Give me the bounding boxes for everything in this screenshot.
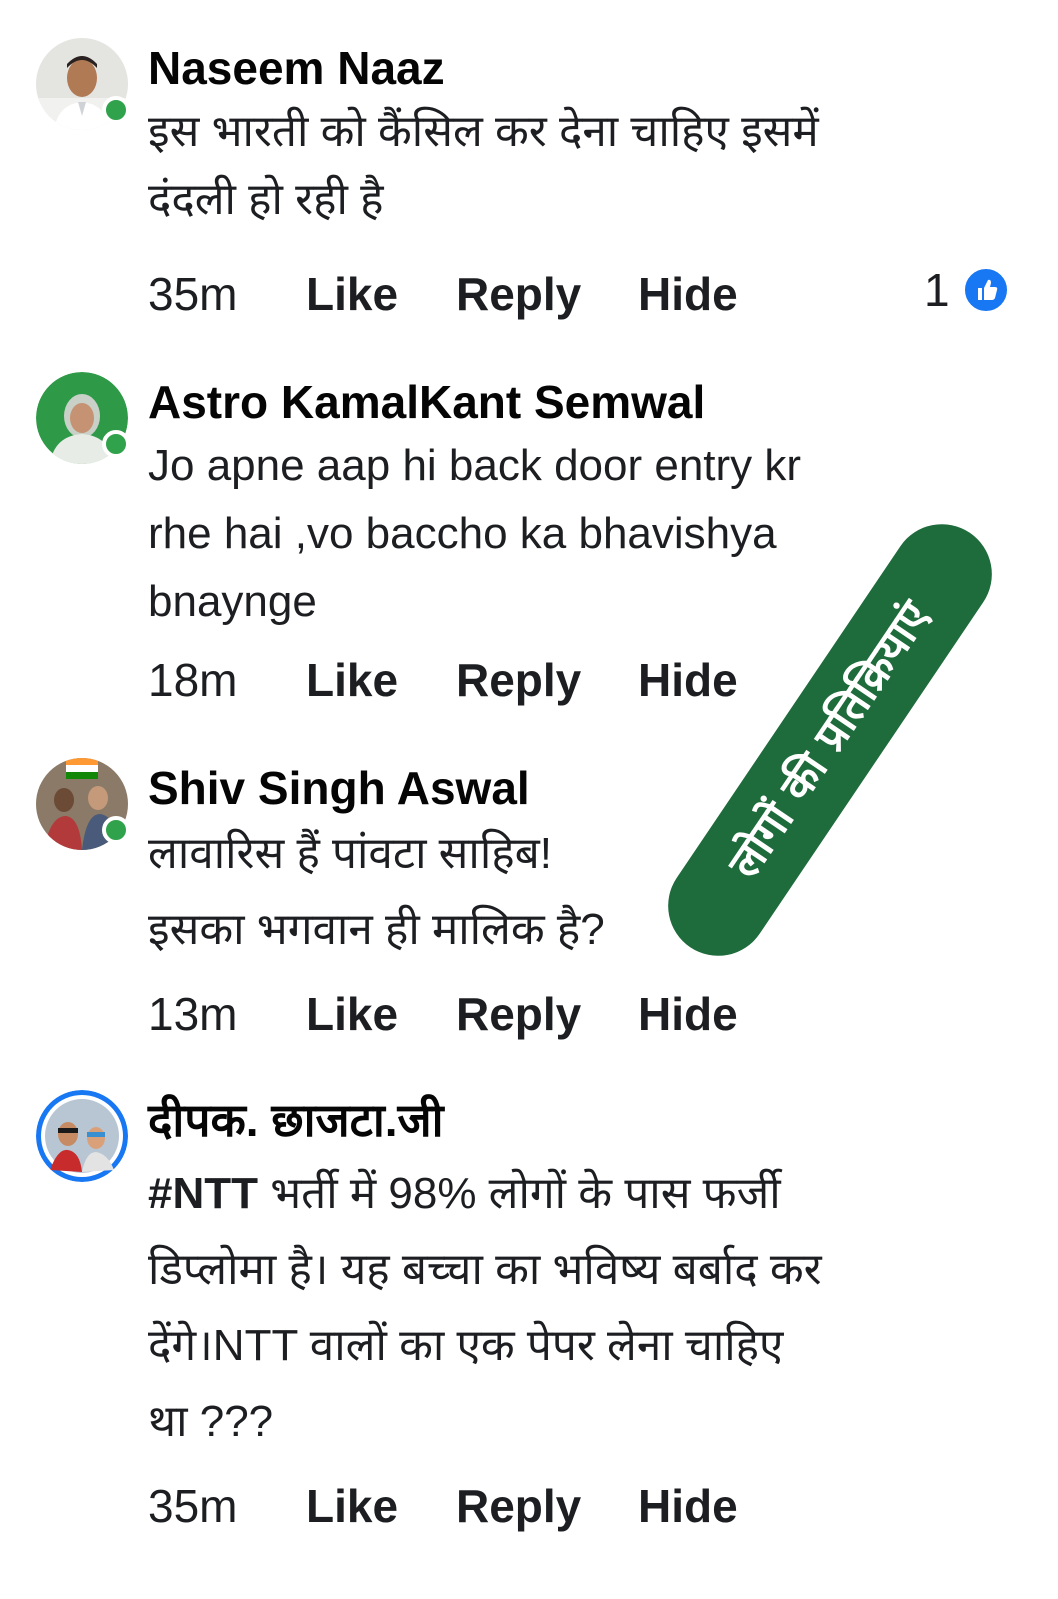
- comment-timestamp[interactable]: 35m: [148, 266, 237, 322]
- reply-button[interactable]: Reply: [456, 1478, 581, 1534]
- avatar[interactable]: [36, 1090, 128, 1182]
- like-button[interactable]: Like: [306, 1478, 398, 1534]
- comment-text-line: था ???: [148, 1397, 274, 1446]
- comment-text: #NTT भर्ती में 98% लोगों के पास फर्जी डि…: [148, 1156, 918, 1460]
- comment-text-line: इसका भगवान ही मालिक है?: [148, 905, 605, 954]
- online-status-indicator: [102, 430, 130, 458]
- comment-text-line: देंगे।NTT वालों का एक पेपर लेना चाहिए: [148, 1321, 784, 1370]
- comment-text-fragment: भर्ती में 98% लोगों के पास फर्जी: [258, 1169, 781, 1218]
- comment-text: इस भारती को कैंसिल कर देना चाहिए इसमें द…: [148, 98, 918, 234]
- hashtag-link[interactable]: #NTT: [148, 1169, 258, 1218]
- reply-button[interactable]: Reply: [456, 986, 581, 1042]
- comment-timestamp[interactable]: 13m: [148, 986, 237, 1042]
- comment-text-line: इस भारती को कैंसिल कर देना चाहिए इसमें: [148, 107, 819, 156]
- avatar[interactable]: [36, 38, 130, 130]
- comment-text: Jo apne aap hi back door entry kr rhe ha…: [148, 432, 918, 636]
- comment-text-line: #NTT भर्ती में 98% लोगों के पास फर्जी: [148, 1156, 918, 1232]
- user-photo-icon: [36, 1090, 128, 1182]
- reaction-count: 1: [924, 264, 950, 316]
- comment-author[interactable]: दीपक. छाजटा.जी: [148, 1094, 444, 1146]
- comment-text-line: rhe hai ,vo baccho ka bhavishya: [148, 509, 777, 558]
- comment-timestamp[interactable]: 35m: [148, 1478, 237, 1534]
- comment-author[interactable]: Shiv Singh Aswal: [148, 762, 530, 814]
- hide-button[interactable]: Hide: [638, 1478, 738, 1534]
- reply-button[interactable]: Reply: [456, 652, 581, 708]
- comment-text-line: दंदली हो रही है: [148, 175, 384, 224]
- like-button[interactable]: Like: [306, 652, 398, 708]
- avatar[interactable]: [36, 372, 130, 464]
- comment-author[interactable]: Astro KamalKant Semwal: [148, 376, 705, 428]
- avatar[interactable]: [36, 758, 130, 850]
- online-status-indicator: [102, 816, 130, 844]
- comment-text-line: bnaynge: [148, 577, 317, 626]
- like-button[interactable]: Like: [306, 266, 398, 322]
- hide-button[interactable]: Hide: [638, 266, 738, 322]
- comment-text-line: डिप्लोमा है। यह बच्चा का भविष्य बर्बाद क…: [148, 1245, 822, 1294]
- hide-button[interactable]: Hide: [638, 986, 738, 1042]
- comment-author[interactable]: Naseem Naaz: [148, 42, 445, 94]
- like-button[interactable]: Like: [306, 986, 398, 1042]
- thumbs-up-icon: [962, 266, 1010, 314]
- online-status-indicator: [102, 96, 130, 124]
- reply-button[interactable]: Reply: [456, 266, 581, 322]
- hide-button[interactable]: Hide: [638, 652, 738, 708]
- comment-text-line: Jo apne aap hi back door entry kr: [148, 441, 802, 490]
- comment-timestamp[interactable]: 18m: [148, 652, 237, 708]
